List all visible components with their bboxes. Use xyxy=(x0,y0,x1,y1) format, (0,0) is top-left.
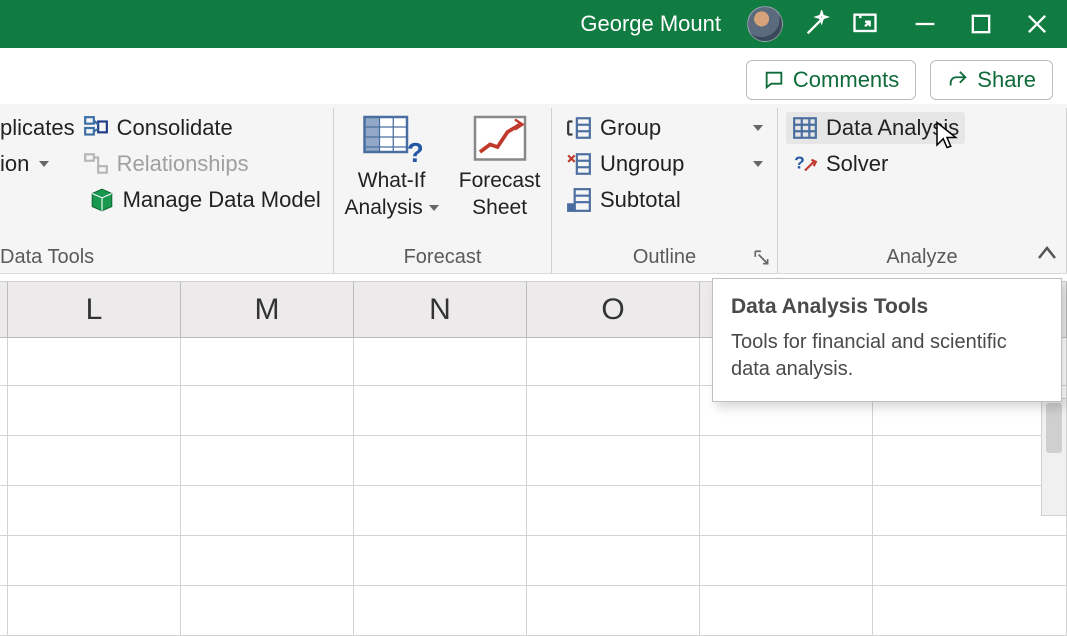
remove-duplicates-button[interactable]: plicates xyxy=(0,112,81,144)
mouse-cursor-icon xyxy=(934,120,960,155)
dialog-launcher-icon[interactable] xyxy=(753,249,771,267)
forecast-sheet-button[interactable]: Forecast Sheet xyxy=(449,112,551,220)
data-validation-label: ion xyxy=(0,151,29,177)
relationships-button: Relationships xyxy=(83,148,327,180)
group-label-outline: Outline xyxy=(560,246,769,271)
maximize-icon[interactable] xyxy=(967,10,995,38)
forecast-sheet-label-2: Sheet xyxy=(472,195,527,220)
manage-data-model-button[interactable]: Manage Data Model xyxy=(83,184,327,216)
forecast-sheet-icon xyxy=(470,112,530,166)
tooltip-title: Data Analysis Tools xyxy=(731,295,1043,319)
close-icon[interactable] xyxy=(1023,10,1051,38)
ungroup-icon xyxy=(566,151,592,177)
solver-label: Solver xyxy=(826,151,888,177)
manage-data-model-icon xyxy=(89,187,115,213)
relationships-icon xyxy=(83,151,109,177)
group-label-analyze: Analyze xyxy=(786,246,1058,271)
user-name: George Mount xyxy=(580,11,721,37)
tooltip: Data Analysis Tools Tools for financial … xyxy=(712,278,1062,402)
ungroup-label: Ungroup xyxy=(600,151,684,177)
forecast-sheet-label-1: Forecast xyxy=(459,168,541,193)
consolidate-icon xyxy=(83,115,109,141)
what-if-icon: ? xyxy=(362,112,422,166)
relationships-label: Relationships xyxy=(117,151,249,177)
ribbon: plicates ion Consolidate xyxy=(0,104,1067,274)
group-label-forecast: Forecast xyxy=(342,246,543,271)
row-header-corner[interactable] xyxy=(0,282,8,337)
what-if-analysis-button[interactable]: ? What-If Analysis xyxy=(335,112,449,220)
share-button[interactable]: Share xyxy=(930,60,1053,100)
collapse-ribbon-icon[interactable] xyxy=(1037,246,1057,265)
chevron-down-icon xyxy=(753,125,763,131)
manage-data-model-label: Manage Data Model xyxy=(123,187,321,213)
wand-icon[interactable] xyxy=(803,10,831,38)
group-outline: Group Ungroup Subtotal xyxy=(552,108,778,273)
col-header-N[interactable]: N xyxy=(354,282,527,337)
chevron-down-icon xyxy=(429,205,439,211)
grid-row[interactable] xyxy=(0,436,1067,486)
subtotal-label: Subtotal xyxy=(600,187,681,213)
col-header-O[interactable]: O xyxy=(527,282,700,337)
group-label-data-tools: Data Tools xyxy=(0,246,325,271)
subtotal-button[interactable]: Subtotal xyxy=(560,184,769,216)
group-analyze: Data Analysis ? Solver Analyze xyxy=(778,108,1067,273)
remove-duplicates-label: plicates xyxy=(0,115,75,141)
minimize-icon[interactable] xyxy=(911,10,939,38)
grid-row[interactable] xyxy=(0,486,1067,536)
group-forecast: ? What-If Analysis Forecast Sheet Foreca… xyxy=(334,108,552,273)
vertical-scrollbar[interactable] xyxy=(1041,398,1067,516)
what-if-label-2: Analysis xyxy=(345,195,423,220)
comments-label: Comments xyxy=(793,67,899,93)
chevron-down-icon xyxy=(753,161,763,167)
svg-text:?: ? xyxy=(407,137,422,167)
what-if-label-1: What-If xyxy=(358,168,426,193)
consolidate-label: Consolidate xyxy=(117,115,233,141)
svg-text:?: ? xyxy=(794,152,805,172)
grid-row[interactable] xyxy=(0,536,1067,586)
col-header-M[interactable]: M xyxy=(181,282,354,337)
share-bar: Comments Share xyxy=(0,48,1067,104)
chevron-down-icon xyxy=(39,161,49,167)
data-analysis-icon xyxy=(792,115,818,141)
window-controls xyxy=(911,10,1051,38)
subtotal-icon xyxy=(566,187,592,213)
group-icon xyxy=(566,115,592,141)
col-header-L[interactable]: L xyxy=(8,282,181,337)
avatar[interactable] xyxy=(747,6,783,42)
group-button[interactable]: Group xyxy=(560,112,769,144)
comments-button[interactable]: Comments xyxy=(746,60,916,100)
title-bar: George Mount xyxy=(0,0,1067,48)
group-label: Group xyxy=(600,115,661,141)
group-data-tools: plicates ion Consolidate xyxy=(0,108,334,273)
consolidate-button[interactable]: Consolidate xyxy=(83,112,327,144)
solver-icon: ? xyxy=(792,151,818,177)
grid-row[interactable] xyxy=(0,586,1067,636)
data-validation-button[interactable]: ion xyxy=(0,148,81,180)
ungroup-button[interactable]: Ungroup xyxy=(560,148,769,180)
display-options-icon[interactable] xyxy=(851,10,879,38)
share-label: Share xyxy=(977,67,1036,93)
tooltip-body: Tools for financial and scientific data … xyxy=(731,329,1043,383)
